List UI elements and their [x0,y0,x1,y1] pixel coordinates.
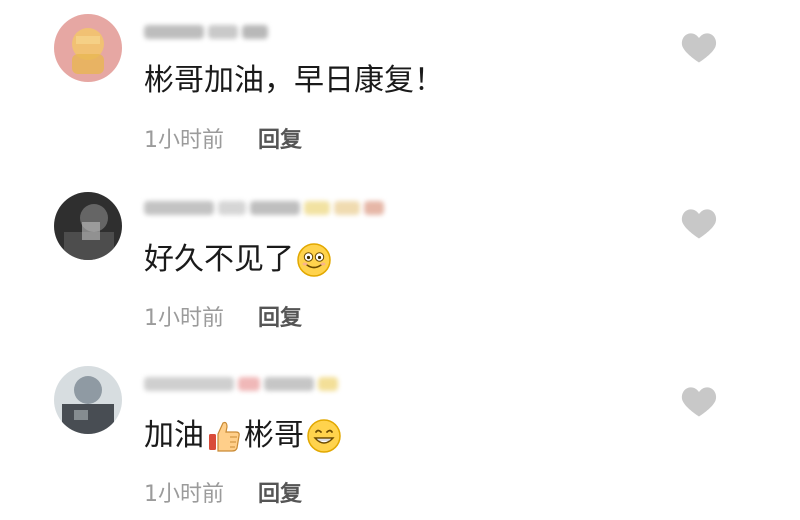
comment-meta: 1小时前 回复 [144,122,302,154]
avatar[interactable] [54,192,122,260]
comment-meta: 1小时前 回复 [144,300,302,332]
heart-icon[interactable] [680,206,718,240]
reply-button[interactable]: 回复 [258,300,302,332]
comment-text-after: 彬哥 [244,418,304,453]
reply-button[interactable]: 回复 [258,476,302,508]
avatar[interactable] [54,366,122,434]
username-blurred[interactable] [144,198,384,218]
thumbs-up-icon [209,421,240,452]
comment-text-content: 好久不见了 [144,242,294,277]
comment-text-before: 加油 [144,418,204,453]
heart-icon[interactable] [680,384,718,418]
heart-icon[interactable] [680,30,718,64]
comment-meta: 1小时前 回复 [144,476,302,508]
reply-button[interactable]: 回复 [258,122,302,154]
comment-text: 加油 彬哥 [144,418,342,454]
comment-text-content: 彬哥加油，早日康复！ [144,63,444,98]
comment-time: 1小时前 [144,128,224,153]
username-blurred[interactable] [144,22,268,42]
avatar[interactable] [54,14,122,82]
smiling-face-icon [297,243,331,277]
comment-time: 1小时前 [144,482,224,507]
username-blurred[interactable] [144,374,338,394]
comment-text: 彬哥加油，早日康复！ [144,64,444,98]
comment-text: 好久不见了 [144,242,332,278]
grinning-face-icon [307,419,341,453]
comment-time: 1小时前 [144,306,224,331]
